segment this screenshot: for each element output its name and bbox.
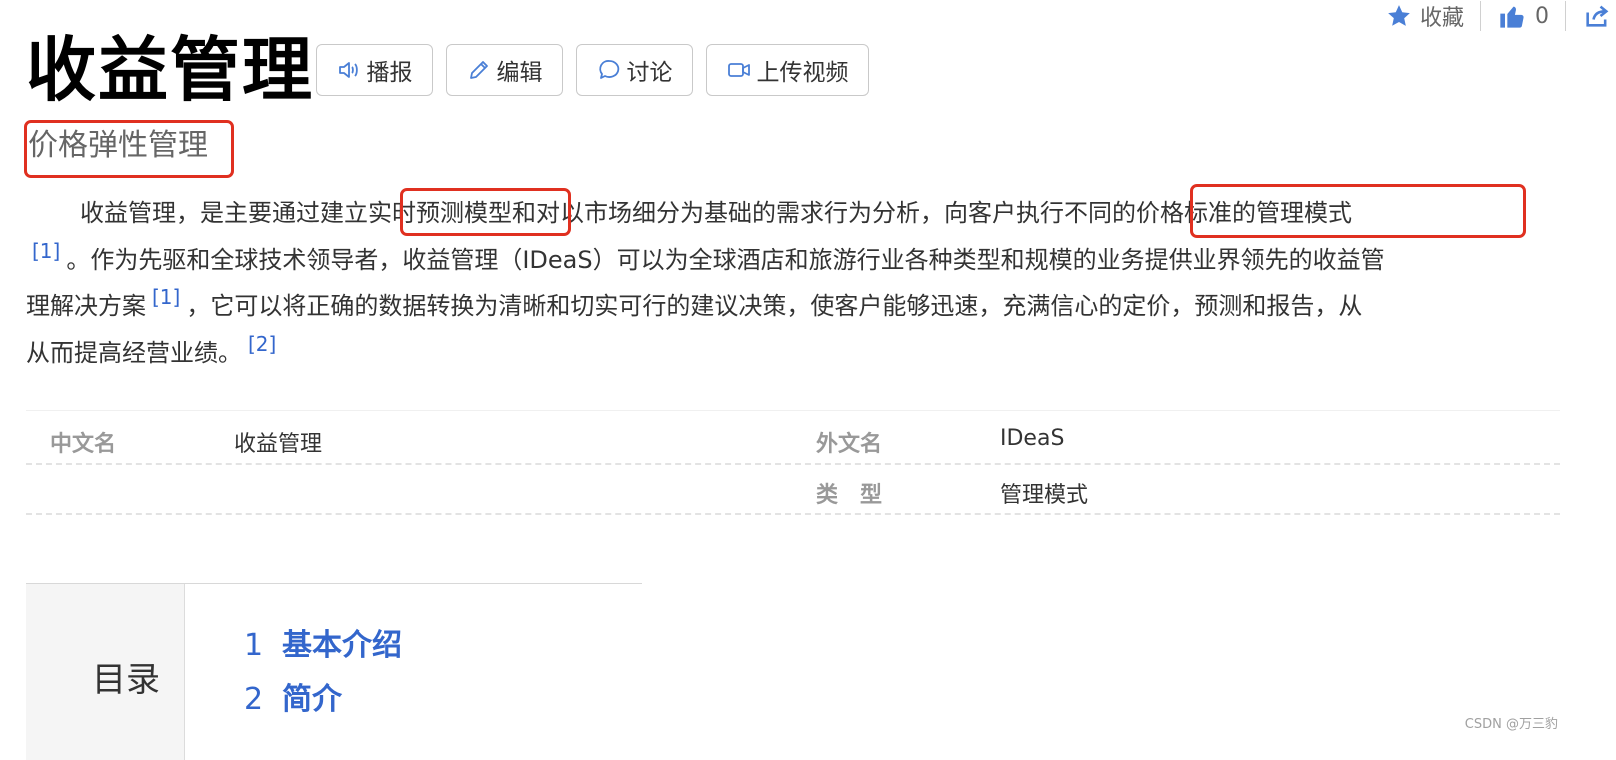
toc-item-number: 1 (244, 628, 264, 663)
thumbs-up-icon (1500, 6, 1524, 28)
discuss-label: 讨论 (626, 60, 673, 86)
reference-link[interactable]: [1] (32, 239, 60, 263)
divider (26, 513, 1560, 515)
share-icon (1586, 5, 1609, 27)
upload-video-button[interactable]: 上传视频 (706, 44, 869, 96)
text-segment: 理解决方案 (26, 292, 146, 320)
like-count: 0 (1535, 3, 1549, 29)
toc-item[interactable]: 2 简介 (244, 674, 342, 718)
reference-link[interactable]: [1] (152, 285, 180, 309)
highlight-box (1190, 184, 1526, 238)
toc-item[interactable]: 1 基本介绍 (244, 620, 402, 664)
pencil-icon (469, 61, 488, 79)
favorite-label: 收藏 (1419, 6, 1464, 31)
divider (26, 410, 1560, 411)
text-segment: ，它可以将正确的数据转换为清晰和切实可行的建议决策，使客户能够迅速，充满信心的定… (186, 292, 1363, 320)
favorite-button[interactable]: 收藏 (1370, 0, 1480, 32)
edit-label: 编辑 (496, 60, 543, 86)
toc-item-text: 基本介绍 (282, 628, 402, 663)
divider (26, 463, 1560, 465)
video-camera-icon (727, 63, 750, 77)
upload-video-label: 上传视频 (756, 60, 849, 86)
toc-label: 目录 (92, 660, 160, 700)
page-title: 收益管理 (26, 29, 314, 111)
toc-item-number: 2 (244, 682, 264, 717)
share-button[interactable] (1566, 2, 1616, 30)
edit-button[interactable]: 编辑 (446, 44, 563, 96)
foreign-name-label: 外文名 (816, 432, 883, 457)
star-icon (1388, 5, 1410, 26)
speaker-icon (338, 62, 358, 78)
foreign-name-value: IDeaS (1000, 426, 1065, 451)
toc-item-text: 简介 (282, 682, 342, 717)
highlight-box (400, 188, 571, 236)
chat-bubble-icon (598, 60, 619, 79)
broadcast-label: 播报 (366, 60, 413, 86)
reference-link[interactable]: [2] (248, 332, 276, 356)
text-segment: 从而提高经营业绩。 (26, 338, 242, 367)
text-segment: 和对以市场细分为基础的需求行为分析，向客户执行 (512, 199, 1064, 227)
paragraph-line: [1] 。作为先驱和全球技术领导者，收益管理（IDeaS）可以为全球酒店和旅游行业… (26, 237, 1560, 284)
type-value: 管理模式 (1000, 483, 1089, 508)
broadcast-button[interactable]: 播报 (316, 44, 433, 96)
page-actions: 收藏 0 (1370, 0, 1616, 32)
discuss-button[interactable]: 讨论 (576, 44, 693, 96)
type-label: 类 型 (816, 483, 883, 508)
text-segment: 收益管理，是主要通过建立 (80, 199, 368, 227)
paragraph-line: 理解决方案 [1] ，它可以将正确的数据转换为清晰和切实可行的建议决策，使客户能够迅… (26, 283, 1560, 330)
like-button[interactable]: 0 (1481, 2, 1565, 30)
paragraph-line: 从而提高经营业绩。 [2] (26, 330, 1560, 377)
chinese-name-label: 中文名 (50, 432, 117, 457)
watermark: CSDN @万三豹 (1464, 717, 1558, 732)
chinese-name-value: 收益管理 (234, 432, 323, 457)
highlight-box (24, 120, 234, 178)
text-segment: 。作为先驱和全球技术领导者，收益管理（IDeaS）可以为全球酒店和旅游行业各种类… (66, 245, 1385, 274)
